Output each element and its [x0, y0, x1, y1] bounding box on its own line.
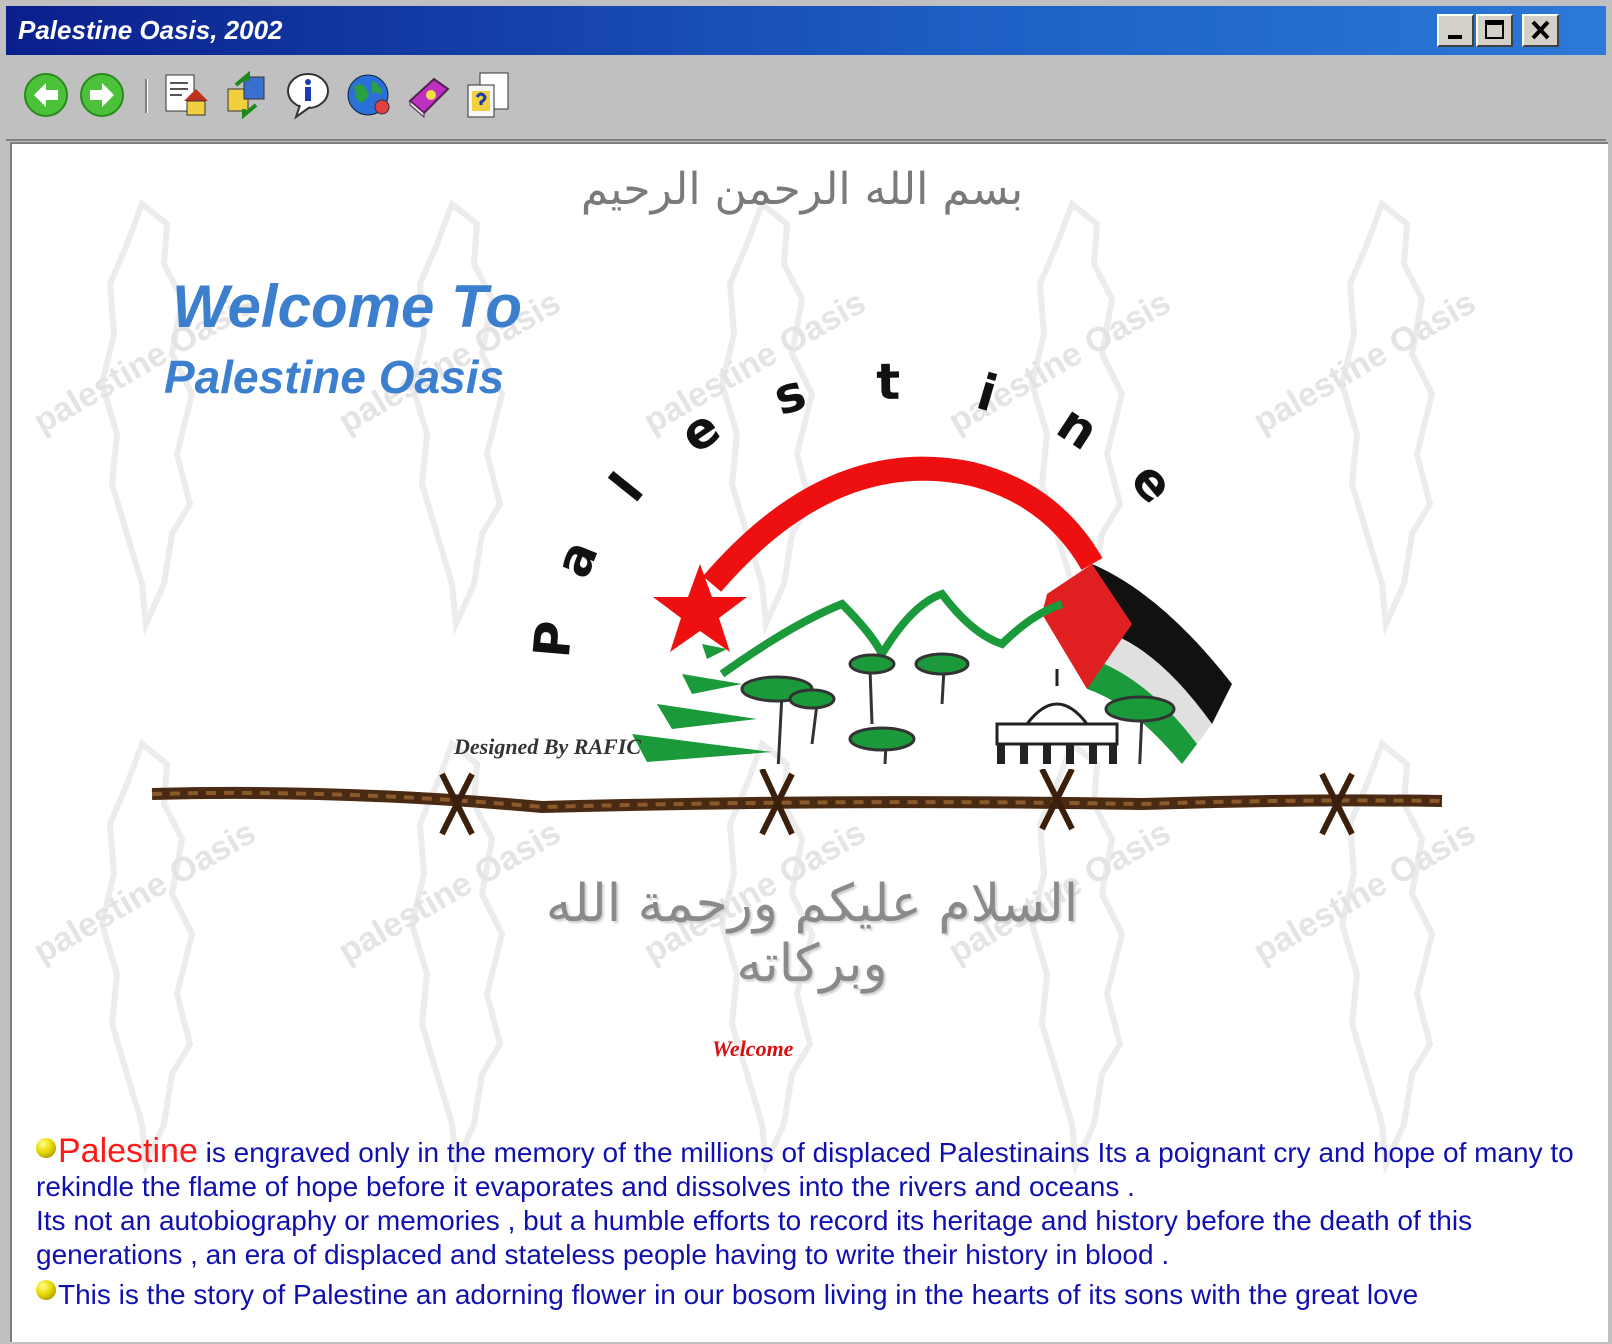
watermark-label: palestine Oasis	[1247, 283, 1482, 441]
maximize-button[interactable]	[1476, 14, 1513, 47]
welcome-heading: Welcome To	[172, 273, 523, 340]
title-bar[interactable]: Palestine Oasis, 2002	[6, 6, 1606, 55]
info-icon	[287, 73, 329, 120]
arc-title-letter: P	[523, 619, 584, 661]
paragraph-text: This is the story of Palestine an adorni…	[58, 1279, 1419, 1310]
arc-title-letter: e	[1119, 451, 1185, 514]
intro-paragraph: Palestine is engraved only in the memory…	[36, 1134, 1584, 1272]
globe-icon	[347, 74, 390, 116]
forward-arrow-icon	[80, 73, 124, 117]
arc-title-letter: a	[543, 532, 609, 585]
site-name-heading: Palestine Oasis	[164, 351, 505, 403]
toolbar-separator	[145, 79, 148, 113]
close-icon	[1531, 20, 1550, 40]
toolbar	[6, 57, 1606, 141]
home-icon	[165, 74, 208, 116]
book-icon	[408, 77, 450, 119]
paragraph-text: Its not an autobiography or memories , b…	[36, 1205, 1473, 1270]
bullet-icon	[36, 1138, 56, 1158]
back-button[interactable]	[22, 71, 72, 121]
bullet-icon	[36, 1280, 56, 1300]
minimize-icon	[1448, 35, 1462, 39]
arc-title-letter: e	[670, 398, 731, 465]
page-content: palestine Oasis palestine Oasis palestin…	[10, 142, 1608, 1342]
palestine-logo: Pales t ine	[523, 353, 1232, 764]
app-window: Palestine Oasis, 2002 palestine Oasis pa…	[0, 0, 1612, 1344]
story-paragraph: This is the story of Palestine an adorni…	[36, 1279, 1596, 1311]
designer-credit: Designed By RAFIC	[454, 734, 642, 759]
arc-title-letter: i	[971, 363, 1004, 423]
book-button[interactable]	[404, 71, 454, 121]
arc-title-letter: s	[767, 363, 813, 427]
highlight-word: Palestine	[58, 1132, 198, 1170]
help-icon	[467, 72, 509, 118]
bismillah-calligraphy: بسم الله الرحمن الرحيم	[580, 164, 1024, 215]
exchange-icon	[227, 70, 265, 120]
arc-title-letter: n	[1047, 394, 1109, 462]
home-button[interactable]	[162, 71, 212, 121]
window-title: Palestine Oasis, 2002	[18, 15, 283, 45]
web-button[interactable]	[344, 71, 394, 121]
arc-title-letter: t	[876, 353, 901, 411]
salam-calligraphy: السلام عليكم ورحمة الله وبركاته	[545, 874, 1079, 994]
forward-button[interactable]	[78, 71, 128, 121]
back-arrow-icon	[24, 73, 68, 117]
paragraph-text: is engraved only in the memory of the mi…	[36, 1137, 1574, 1202]
barbed-wire-divider	[151, 769, 1443, 836]
maximize-icon	[1485, 20, 1504, 39]
close-button[interactable]	[1522, 14, 1559, 47]
arc-title-letter: l	[599, 463, 655, 513]
exchange-button[interactable]	[222, 70, 272, 121]
help-button[interactable]	[464, 71, 514, 121]
minimize-button[interactable]	[1437, 14, 1474, 47]
welcome-label: Welcome	[712, 1036, 794, 1061]
info-button[interactable]	[284, 71, 334, 121]
